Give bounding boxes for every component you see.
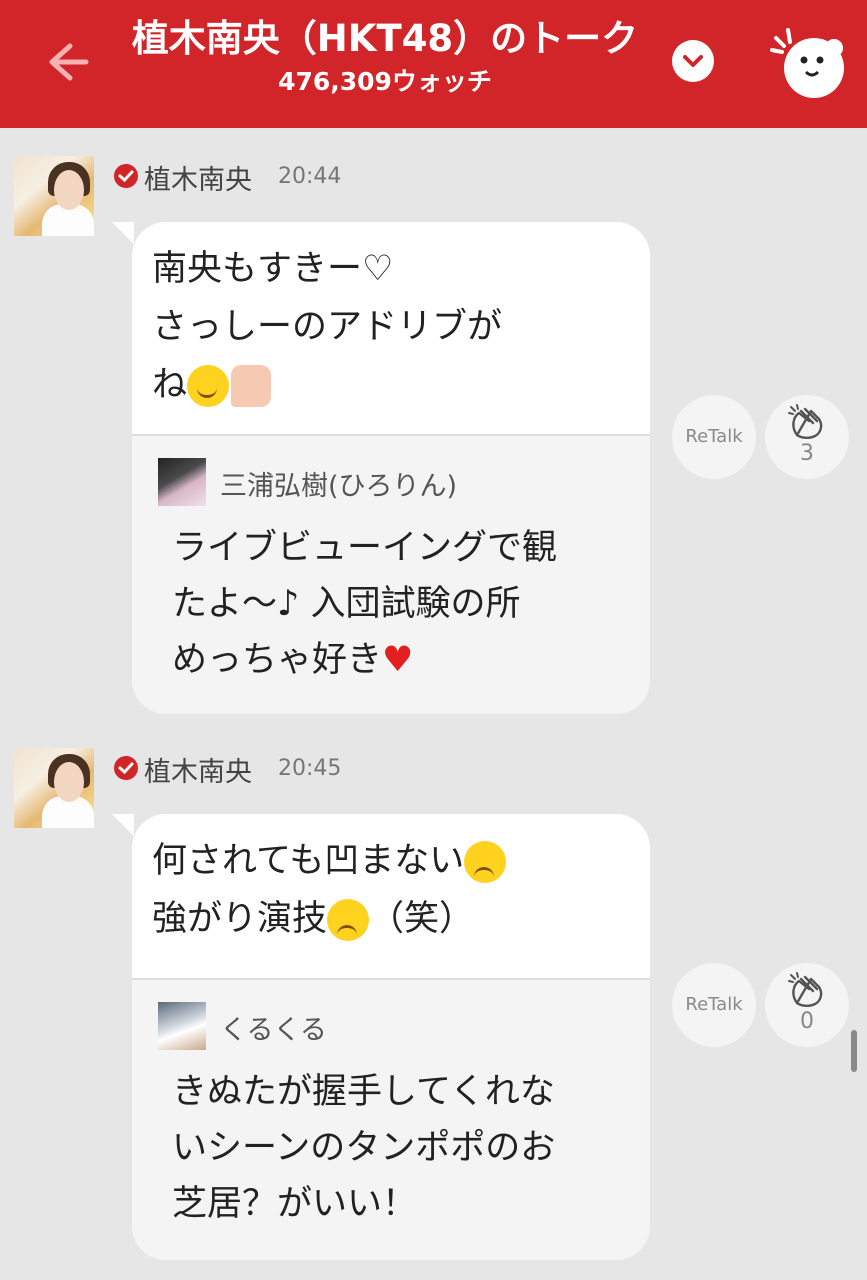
bubble-tail xyxy=(112,814,134,836)
sender-name: 植木南央 xyxy=(144,165,252,196)
dropdown-button[interactable] xyxy=(672,40,714,82)
message-bubble: 何されても凹まない 強がり演技 （笑） くるくる きぬたが握手してくれな いシーン… xyxy=(132,814,650,1260)
message-text: 何されても凹まない 強がり演技 （笑） xyxy=(152,832,632,948)
sad-emoji-icon xyxy=(327,899,370,941)
sender-name: 植木南央 xyxy=(144,757,252,788)
reply-quote[interactable]: くるくる きぬたが握手してくれな いシーンのタンポポのお 芝居？がいい！ xyxy=(132,978,650,1260)
clap-button[interactable]: 3 xyxy=(765,395,849,479)
scrollbar[interactable] xyxy=(851,1030,857,1072)
retalk-button[interactable]: ReTalk xyxy=(672,395,756,479)
page-title: 植木南央（HKT48）のトーク xyxy=(131,17,639,60)
reply-avatar xyxy=(158,458,206,506)
verified-check-icon xyxy=(114,164,138,188)
message-time: 20:44 xyxy=(278,164,342,189)
back-arrow-icon[interactable] xyxy=(40,34,96,90)
sender-avatar[interactable] xyxy=(14,156,94,236)
message-text: 南央もすきー♡ さっしーのアドリブが ね xyxy=(152,249,503,407)
chevron-down-icon xyxy=(683,55,703,67)
verified-check-icon xyxy=(114,756,138,780)
reply-text: ライブビューイングで観 たよ〜♪ 入団試験の所 めっちゃ好き♥ xyxy=(172,528,558,680)
clap-icon xyxy=(788,972,823,1007)
sender-avatar[interactable] xyxy=(14,748,94,828)
clap-count: 0 xyxy=(800,1009,814,1034)
reply-user-name: くるくる xyxy=(220,1015,327,1046)
sad-emoji-icon xyxy=(464,841,507,883)
clap-icon xyxy=(788,404,823,439)
retalk-button[interactable]: ReTalk xyxy=(672,963,756,1047)
mascot-clap-icon[interactable] xyxy=(768,20,850,102)
heart-icon: ♥ xyxy=(382,640,414,680)
smile-emoji-icon xyxy=(187,365,230,407)
message-bubble: 南央もすきー♡ さっしーのアドリブが ね 三浦弘樹(ひろりん) ライブビューイン… xyxy=(132,222,650,714)
app-header: 植木南央（HKT48）のトーク 476,309ウォッチ xyxy=(0,0,867,128)
message-time: 20:45 xyxy=(278,756,342,781)
reply-quote[interactable]: 三浦弘樹(ひろりん) ライブビューイングで観 たよ〜♪ 入団試験の所 めっちゃ好… xyxy=(132,434,650,714)
reply-user-name: 三浦弘樹(ひろりん) xyxy=(220,471,458,502)
thumbs-up-icon xyxy=(231,365,272,407)
reply-text: きぬたが握手してくれな いシーンのタンポポのお 芝居？がいい！ xyxy=(172,1072,556,1224)
reply-avatar xyxy=(158,1002,206,1050)
clap-count: 3 xyxy=(800,441,814,466)
clap-button[interactable]: 0 xyxy=(765,963,849,1047)
watch-count: 476,309ウォッチ xyxy=(278,67,492,96)
bubble-tail xyxy=(112,222,134,244)
